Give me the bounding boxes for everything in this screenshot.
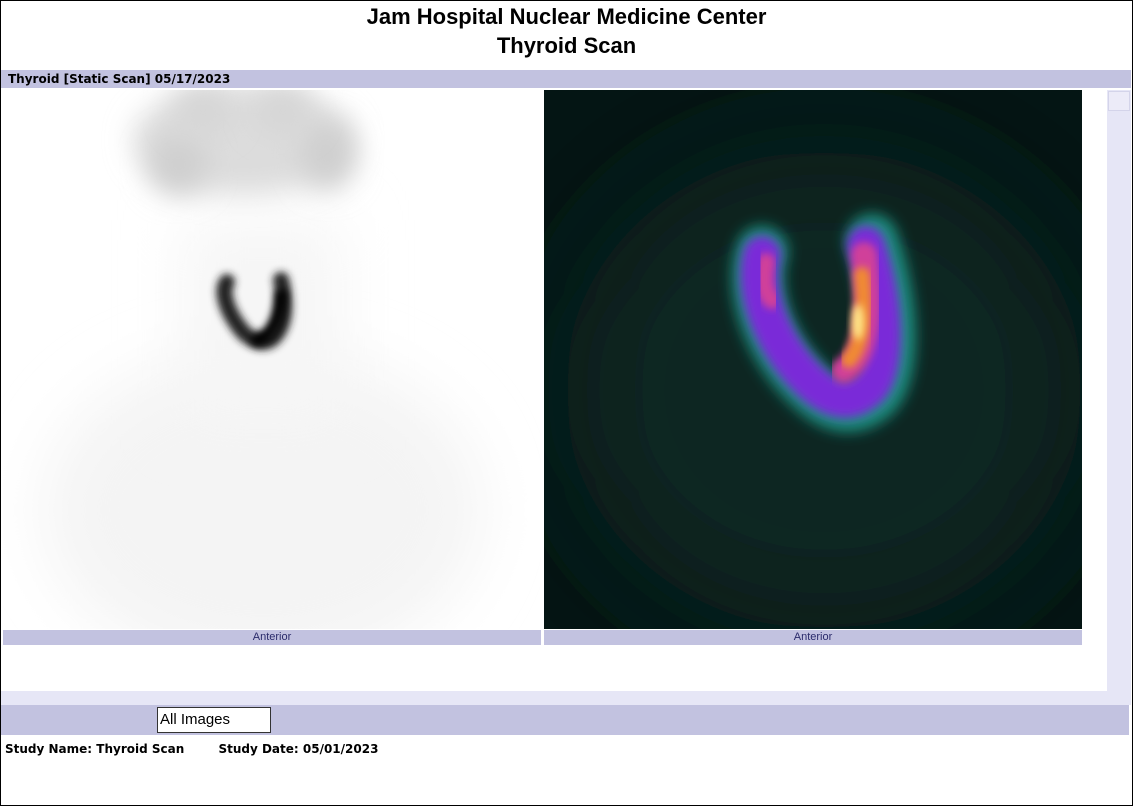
color-scan-graphic [564,150,1082,629]
study-info-footer: Study Name: Thyroid Scan Study Date: 05/… [5,742,408,756]
image-selector-bar: All Images [1,705,1129,735]
report-subtitle: Thyroid Scan [496,33,637,58]
study-date-text: Study Date: 05/01/2023 [218,742,379,756]
section-divider [1,691,1131,705]
vertical-scrollbar[interactable] [1107,90,1131,691]
scan-image-grayscale[interactable] [3,90,541,629]
scroll-up-button[interactable] [1108,91,1130,111]
study-name-text: Study Name: Thyroid Scan [5,742,185,756]
image-caption-left: Anterior [3,630,541,645]
image-caption-right: Anterior [544,630,1082,645]
scan-image-color[interactable] [544,90,1082,629]
report-title: Jam Hospital Nuclear Medicine Center [366,4,767,29]
grayscale-scan-graphic [43,90,483,629]
study-series-bar: Thyroid [Static Scan] 05/17/2023 [1,70,1131,88]
image-filter-select[interactable]: All Images [157,707,271,733]
